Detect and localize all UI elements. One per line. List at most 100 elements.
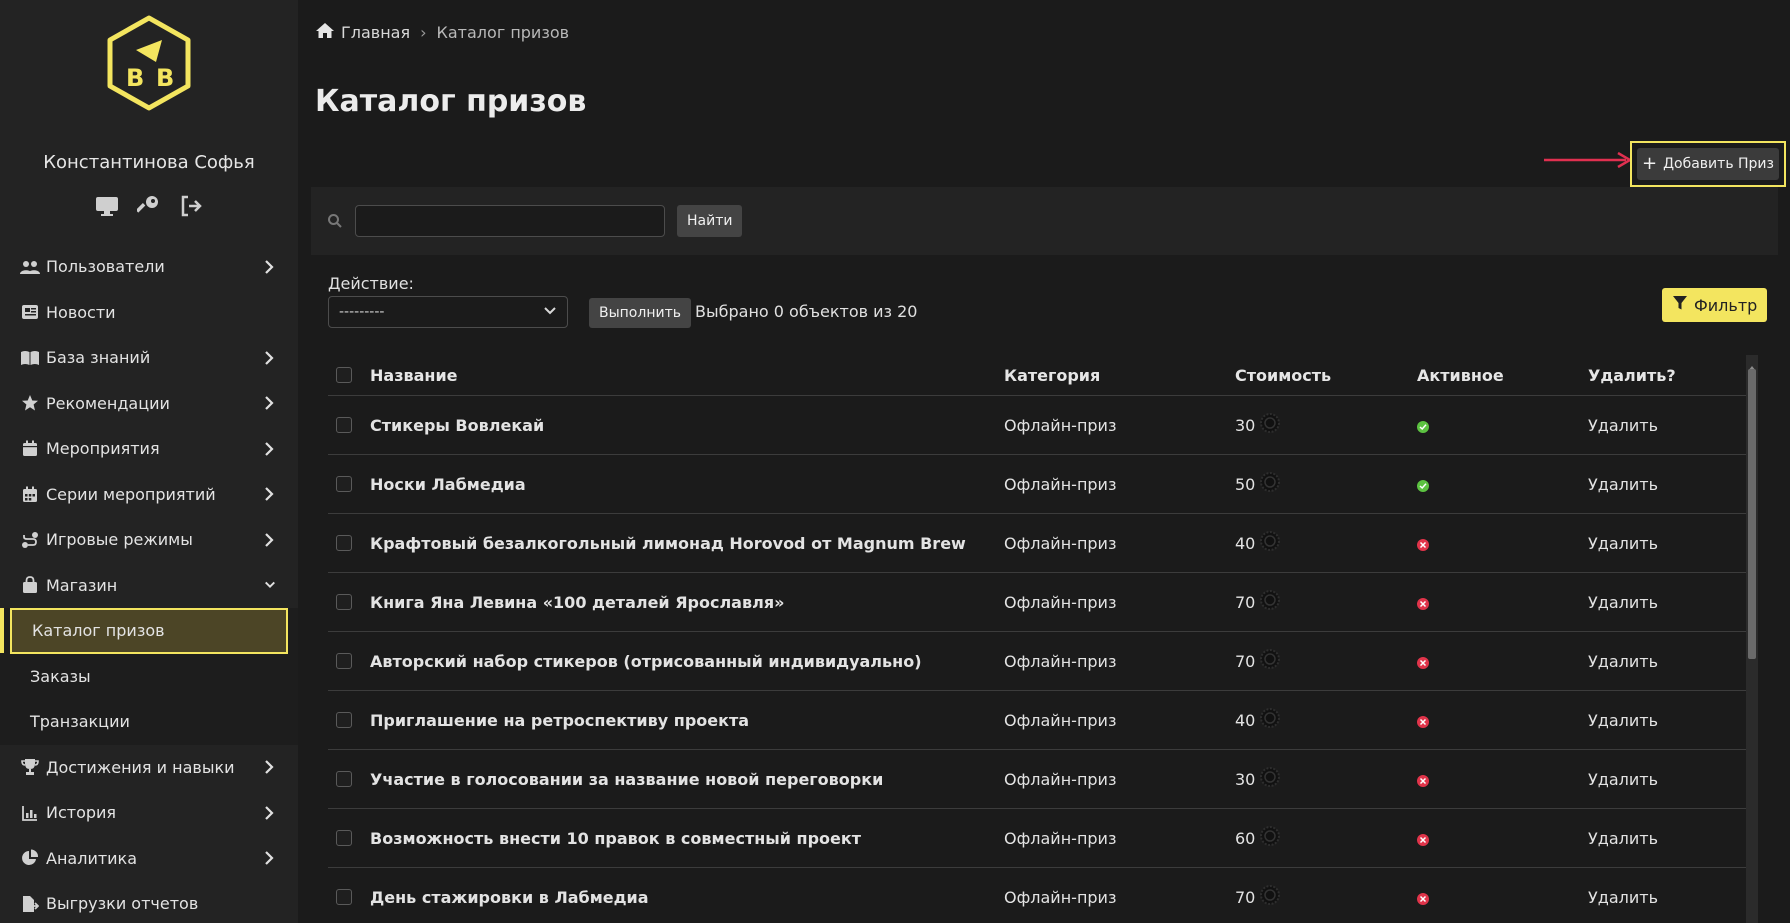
delete-link[interactable]: Удалить — [1588, 416, 1758, 435]
sidebar-item-shop[interactable]: Магазин — [0, 563, 298, 609]
table-row[interactable]: Приглашение на ретроспективу проекта Офла… — [328, 691, 1758, 750]
users-icon — [20, 258, 40, 276]
scroll-up-icon[interactable] — [1748, 357, 1756, 371]
coin-icon — [1259, 530, 1281, 556]
prize-name[interactable]: Носки Лабмедиа — [370, 475, 1004, 494]
chevron-right-icon — [264, 350, 276, 366]
sidebar-item-news[interactable]: Новости — [0, 290, 298, 336]
table-row[interactable]: Авторский набор стикеров (отрисованный и… — [328, 632, 1758, 691]
sidebar-item-label: Мероприятия — [46, 439, 160, 459]
row-checkbox[interactable] — [336, 653, 352, 669]
app: B B Константинова Софья Пользователи Нов… — [0, 0, 1790, 923]
prize-name[interactable]: Приглашение на ретроспективу проекта — [370, 711, 1004, 730]
prize-name[interactable]: День стажировки в Лабмедиа — [370, 888, 1004, 907]
sidebar-item-report-exports[interactable]: Выгрузки отчетов — [0, 881, 298, 923]
table-row[interactable]: Стикеры Вовлекай Офлайн-приз 30 Удалить — [328, 396, 1758, 455]
prize-cost: 50 — [1235, 471, 1417, 497]
prize-active — [1417, 416, 1588, 435]
prize-cost: 70 — [1235, 648, 1417, 674]
table-row[interactable]: Крафтовый безалкогольный лимонад Horovod… — [328, 514, 1758, 573]
prize-name[interactable]: Книга Яна Левина «100 деталей Ярославля» — [370, 593, 1004, 612]
search-input[interactable] — [355, 205, 665, 237]
sidebar-nav: Пользователи Новости База знаний Рекомен… — [0, 244, 298, 923]
table-scrollbar[interactable] — [1746, 355, 1758, 923]
delete-link[interactable]: Удалить — [1588, 475, 1758, 494]
prize-name[interactable]: Участие в голосовании за название новой … — [370, 770, 1004, 789]
header-active[interactable]: Активное — [1417, 366, 1588, 385]
row-checkbox[interactable] — [336, 771, 352, 787]
prize-name[interactable]: Стикеры Вовлекай — [370, 416, 1004, 435]
logo[interactable]: B B — [100, 14, 198, 112]
delete-link[interactable]: Удалить — [1588, 888, 1758, 907]
row-checkbox[interactable] — [336, 889, 352, 905]
delete-link[interactable]: Удалить — [1588, 770, 1758, 789]
monitor-icon[interactable] — [95, 194, 119, 218]
sidebar-item-event-series[interactable]: Серии мероприятий — [0, 472, 298, 518]
prize-category: Офлайн-приз — [1004, 887, 1117, 907]
home-icon[interactable] — [315, 22, 335, 43]
row-checkbox[interactable] — [336, 594, 352, 610]
breadcrumb-current: Каталог призов — [436, 23, 570, 42]
prize-category: Офлайн-приз — [1004, 533, 1117, 553]
cost-value: 60 — [1235, 828, 1256, 848]
sidebar-subitem-prize-catalog[interactable]: Каталог призов — [10, 608, 288, 654]
row-checkbox[interactable] — [336, 417, 352, 433]
header-name[interactable]: Название — [370, 366, 1004, 385]
prize-name[interactable]: Крафтовый безалкогольный лимонад Horovod… — [370, 534, 1004, 553]
sidebar-item-label: Рекомендации — [46, 393, 170, 413]
row-checkbox[interactable] — [336, 476, 352, 492]
filter-button[interactable]: Фильтр — [1662, 288, 1768, 322]
sidebar-item-recommendations[interactable]: Рекомендации — [0, 381, 298, 427]
row-checkbox[interactable] — [336, 830, 352, 846]
row-checkbox[interactable] — [336, 535, 352, 551]
run-action-button[interactable]: Выполнить — [589, 298, 691, 328]
add-prize-button[interactable]: + Добавить Приз — [1637, 148, 1779, 180]
delete-link[interactable]: Удалить — [1588, 829, 1758, 848]
row-checkbox[interactable] — [336, 712, 352, 728]
chevron-down-icon — [264, 577, 276, 593]
check-circle-icon — [1417, 479, 1429, 492]
chevron-right-icon — [264, 850, 276, 866]
file-export-icon — [20, 895, 40, 913]
sidebar-item-history[interactable]: История — [0, 790, 298, 836]
cost-value: 30 — [1235, 415, 1256, 435]
header-checkbox-cell — [328, 367, 370, 383]
delete-link[interactable]: Удалить — [1588, 652, 1758, 671]
sidebar-item-achievements[interactable]: Достижения и навыки — [0, 745, 298, 791]
table-row[interactable]: Книга Яна Левина «100 деталей Ярославля»… — [328, 573, 1758, 632]
sidebar-item-events[interactable]: Мероприятия — [0, 426, 298, 472]
prize-cost: 70 — [1235, 884, 1417, 910]
add-button-highlight: + Добавить Приз — [1630, 141, 1786, 187]
key-icon[interactable] — [137, 194, 161, 218]
delete-link[interactable]: Удалить — [1588, 711, 1758, 730]
prize-category: Офлайн-приз — [1004, 651, 1117, 671]
action-select[interactable]: --------- — [328, 296, 568, 328]
sidebar-item-analytics[interactable]: Аналитика — [0, 836, 298, 882]
sidebar: B B Константинова Софья Пользователи Нов… — [0, 0, 298, 923]
table-row[interactable]: Участие в голосовании за название новой … — [328, 750, 1758, 809]
coin-icon — [1259, 648, 1281, 674]
sidebar-item-knowledge-base[interactable]: База знаний — [0, 335, 298, 381]
sidebar-subitem-transactions[interactable]: Транзакции — [0, 699, 298, 745]
prize-name[interactable]: Возможность внести 10 правок в совместны… — [370, 829, 1004, 848]
cost-value: 40 — [1235, 710, 1256, 730]
header-category[interactable]: Категория — [1004, 366, 1235, 385]
x-circle-icon — [1417, 597, 1429, 610]
delete-link[interactable]: Удалить — [1588, 534, 1758, 553]
table-row[interactable]: Носки Лабмедиа Офлайн-приз 50 Удалить — [328, 455, 1758, 514]
sidebar-subitem-orders[interactable]: Заказы — [0, 654, 298, 700]
table-row[interactable]: Возможность внести 10 правок в совместны… — [328, 809, 1758, 868]
table-row[interactable]: День стажировки в Лабмедиа Офлайн-приз 70 У… — [328, 868, 1758, 923]
find-button[interactable]: Найти — [677, 205, 743, 237]
prize-cost: 40 — [1235, 530, 1417, 556]
logout-icon[interactable] — [179, 194, 203, 218]
add-prize-label: Добавить Приз — [1663, 156, 1774, 172]
sidebar-item-game-modes[interactable]: Игровые режимы — [0, 517, 298, 563]
scrollbar-thumb[interactable] — [1748, 369, 1756, 659]
select-all-checkbox[interactable] — [336, 367, 352, 383]
delete-link[interactable]: Удалить — [1588, 593, 1758, 612]
breadcrumb-home-link[interactable]: Главная — [341, 23, 410, 42]
prize-name[interactable]: Авторский набор стикеров (отрисованный и… — [370, 652, 1004, 671]
header-cost[interactable]: Стоимость — [1235, 366, 1417, 385]
sidebar-item-users[interactable]: Пользователи — [0, 244, 298, 290]
